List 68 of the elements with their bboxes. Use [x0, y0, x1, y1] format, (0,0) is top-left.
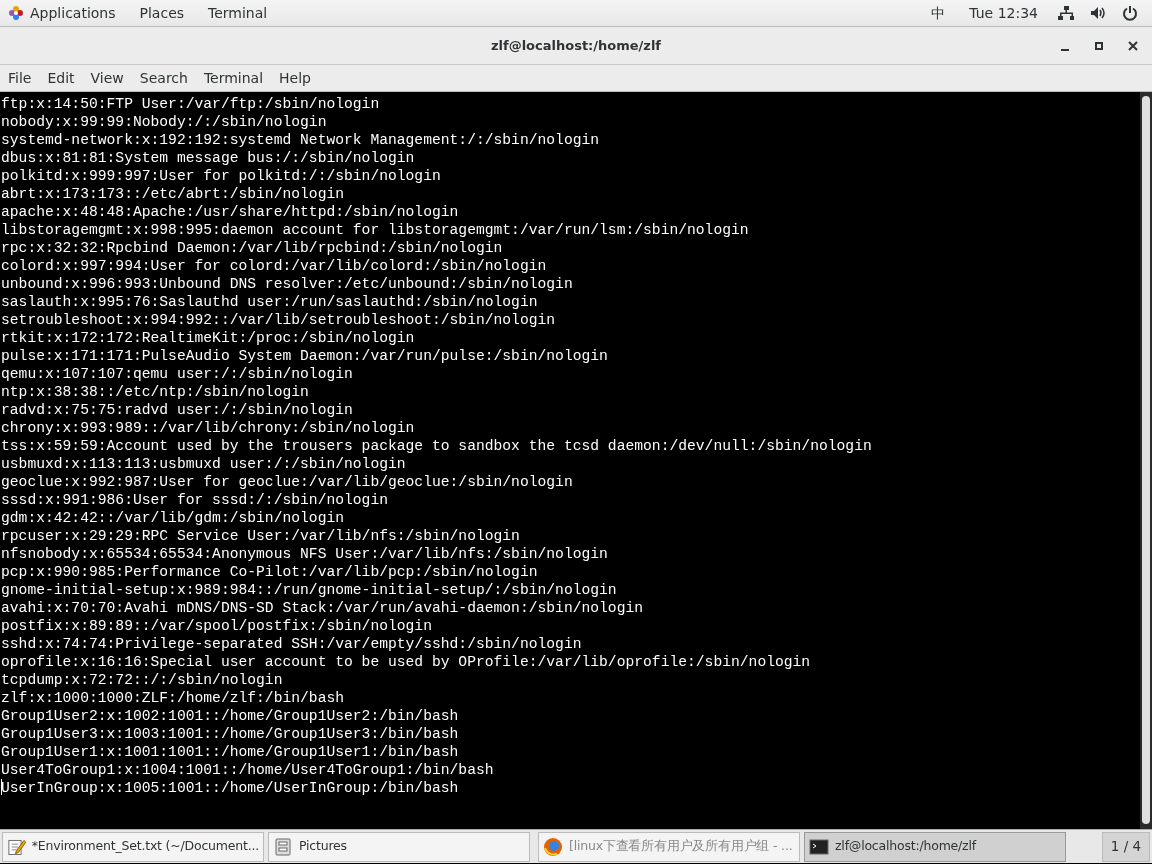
terminal-line: apache:x:48:48:Apache:/usr/share/httpd:/sbin/nologin	[1, 203, 459, 221]
menu-item[interactable]: Search	[131, 65, 196, 91]
terminal-icon	[809, 836, 829, 857]
terminal-line: unbound:x:996:993:Unbound DNS resolver:/etc/unbound:/sbin/nologin	[1, 275, 573, 293]
terminal-line: pulse:x:171:171:PulseAudio System Daemon:/var/run/pulse:/sbin/nologin	[1, 347, 608, 365]
top-menu[interactable]: Terminal	[196, 0, 280, 27]
globe-icon	[543, 836, 563, 857]
terminal-line: systemd-network:x:192:192:systemd Network Management:/:/sbin/nologin	[1, 131, 600, 149]
input-method-indicator[interactable]: 中	[919, 0, 958, 27]
terminal-line: sshd:x:74:74:Privilege-separated SSH:/var/empty/sshd:/sbin/nologin	[1, 635, 582, 653]
menu-item[interactable]: Terminal	[195, 65, 272, 91]
terminal-line: sssd:x:991:986:User for sssd:/:/sbin/nologin	[1, 491, 388, 509]
terminal-line: gdm:x:42:42::/var/lib/gdm:/sbin/nologin	[1, 509, 344, 527]
terminal-line: zlf:x:1000:1000:ZLF:/home/zlf:/bin/bash	[1, 689, 344, 707]
file-cabinet-icon	[273, 836, 293, 857]
terminal-line: rpc:x:32:32:Rpcbind Daemon:/var/lib/rpcbind:/sbin/nologin	[1, 239, 503, 257]
top-menu[interactable]: Places	[127, 0, 197, 27]
terminal-line: nfsnobody:x:65534:65534:Anonymous NFS User:/var/lib/nfs:/sbin/nologin	[1, 545, 608, 563]
window-title: zlf@localhost:/home/zlf	[490, 36, 662, 55]
power-icon[interactable]	[1122, 5, 1138, 21]
terminal-line: libstoragemgmt:x:998:995:daemon account for libstoragemgmt:/var/run/lsm:/sbin/nologin	[1, 221, 749, 239]
taskbar-item[interactable]: Pictures	[268, 831, 530, 862]
text-cursor	[1, 779, 2, 795]
menu-item[interactable]: File	[0, 65, 40, 91]
volume-icon[interactable]	[1090, 5, 1106, 21]
scrollbar[interactable]	[1140, 92, 1152, 829]
menu-item[interactable]: Help	[271, 65, 319, 91]
network-icon[interactable]	[1058, 5, 1074, 21]
menu-item[interactable]: View	[82, 65, 132, 91]
maximize-icon	[1095, 41, 1103, 50]
terminal-line: pcp:x:990:985:Performance Co-Pilot:/var/lib/pcp:/sbin/nologin	[1, 563, 538, 581]
terminal-line: avahi:x:70:70:Avahi mDNS/DNS-SD Stack:/var/run/avahi-daemon:/sbin/nologin	[1, 599, 644, 617]
minimize-icon	[1061, 48, 1069, 51]
terminal-line: chrony:x:993:989::/var/lib/chrony:/sbin/nologin	[1, 419, 415, 437]
top-menu[interactable]: Applications	[24, 0, 128, 27]
flower-icon	[8, 5, 24, 21]
terminal-line: Group1User3:x:1003:1001::/home/Group1User3:/bin/bash	[1, 725, 459, 743]
terminal-line: tss:x:59:59:Account used by the trousers package to sandbox the tcsd daemon:/dev/null:/sbin/nologin	[1, 437, 872, 455]
workspace-indicator[interactable]: 1 / 4	[1102, 831, 1150, 862]
terminal-line: setroubleshoot:x:994:992::/var/lib/setroubleshoot:/sbin/nologin	[1, 311, 556, 329]
terminal-line: polkitd:x:999:997:User for polkitd:/:/sbin/nologin	[1, 167, 441, 185]
terminal-line: postfix:x:89:89::/var/spool/postfix:/sbin/nologin	[1, 617, 432, 635]
terminal-line: tcpdump:x:72:72::/:/sbin/nologin	[1, 671, 283, 689]
terminal-line: UserInGroup:x:1005:1001::/home/UserInGroup:/bin/bash	[1, 779, 459, 797]
menu-item[interactable]: Edit	[39, 65, 83, 91]
terminal-line: User4ToGroup1:x:1004:1001::/home/User4ToGroup1:/bin/bash	[1, 761, 494, 779]
scrollbar-thumb[interactable]	[1142, 96, 1150, 824]
close-icon	[1128, 40, 1138, 51]
terminal-line: ftp:x:14:50:FTP User:/var/ftp:/sbin/nologin	[1, 95, 380, 113]
terminal-line: rpcuser:x:29:29:RPC Service User:/var/lib/nfs:/sbin/nologin	[1, 527, 520, 545]
taskbar-item[interactable]: zlf@localhost:/home/zlf	[804, 831, 1066, 862]
terminal-line: geoclue:x:992:987:User for geoclue:/var/lib/geoclue:/sbin/nologin	[1, 473, 573, 491]
terminal-line: nobody:x:99:99:Nobody:/:/sbin/nologin	[1, 113, 327, 131]
terminal-line: radvd:x:75:75:radvd user:/:/sbin/nologin	[1, 401, 353, 419]
terminal-line: saslauth:x:995:76:Saslauthd user:/run/saslauthd:/sbin/nologin	[1, 293, 538, 311]
terminal-line: oprofile:x:16:16:Special user account to be used by OProfile:/var/lib/oprofile:/sbin/nologin	[1, 653, 811, 671]
terminal-line: colord:x:997:994:User for colord:/var/lib/colord:/sbin/nologin	[1, 257, 547, 275]
terminal-line: gnome-initial-setup:x:989:984::/run/gnome-initial-setup/:/sbin/nologin	[1, 581, 617, 599]
terminal-line: rtkit:x:172:172:RealtimeKit:/proc:/sbin/nologin	[1, 329, 415, 347]
terminal-line: ntp:x:38:38::/etc/ntp:/sbin/nologin	[1, 383, 309, 401]
clock[interactable]: Tue 12:34	[957, 0, 1058, 27]
terminal-line: abrt:x:173:173::/etc/abrt:/sbin/nologin	[1, 185, 344, 203]
terminal-line: usbmuxd:x:113:113:usbmuxd user:/:/sbin/nologin	[1, 455, 406, 473]
terminal-line: dbus:x:81:81:System message bus:/:/sbin/nologin	[1, 149, 415, 167]
taskbar-item[interactable]: *Environment_Set.txt (~/Document...	[2, 831, 264, 862]
terminal-line: Group1User1:x:1001:1001::/home/Group1User1:/bin/bash	[1, 743, 459, 761]
terminal-line: Group1User2:x:1002:1001::/home/Group1User2:/bin/bash	[1, 707, 459, 725]
terminal-line: qemu:x:107:107:qemu user:/:/sbin/nologin	[1, 365, 353, 383]
